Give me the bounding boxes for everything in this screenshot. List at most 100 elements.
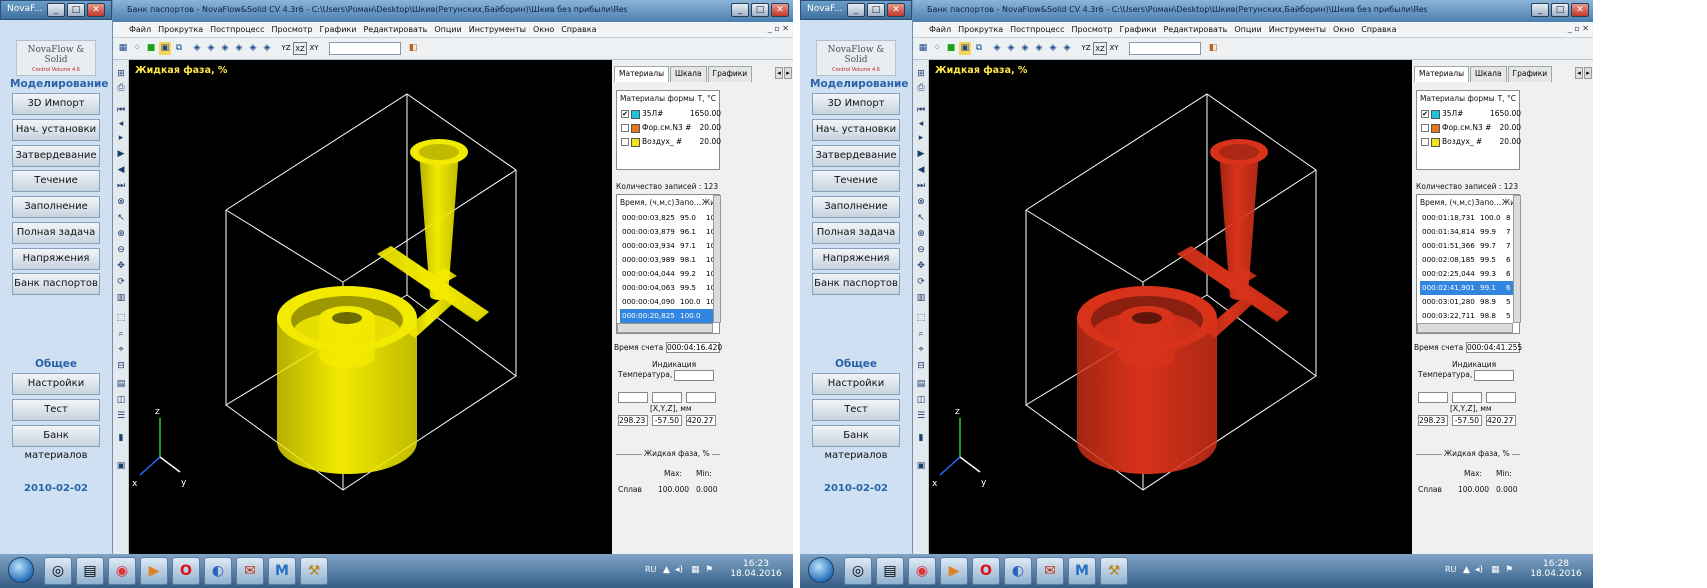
records-header-fill[interactable]: Запо...: [1475, 198, 1501, 207]
flag-icon[interactable]: ⚑: [705, 565, 713, 575]
last-frame-icon[interactable]: ⏭: [915, 180, 927, 192]
prev-frame-icon[interactable]: ◂: [915, 118, 927, 130]
zoom-out-icon[interactable]: ⊖: [915, 244, 927, 256]
legend-icon[interactable]: ▮: [115, 432, 127, 444]
copy-view-icon[interactable]: ⧉: [173, 42, 185, 55]
maximize-button[interactable]: □: [67, 3, 85, 17]
start-button[interactable]: [808, 557, 834, 583]
layer-icon[interactable]: ⊟: [115, 360, 127, 372]
records-horizontal-scrollbar[interactable]: [617, 323, 713, 333]
table-row[interactable]: 000:00:04,063 99.5 10: [620, 281, 715, 295]
clock[interactable]: 16:28 18.04.2016: [1527, 559, 1585, 579]
zoom-in-icon[interactable]: ⊕: [115, 228, 127, 240]
minimize-button[interactable]: _: [47, 3, 65, 17]
xz-view-button[interactable]: XZ: [293, 42, 307, 55]
material-checkbox[interactable]: ✔: [1421, 110, 1429, 118]
open-icon[interactable]: ⊞: [915, 68, 927, 80]
clock[interactable]: 16:23 18.04.2016: [727, 559, 785, 579]
window-minimize-button[interactable]: _: [1531, 3, 1549, 17]
stop-icon[interactable]: ⊗: [115, 196, 127, 208]
back-icon[interactable]: ◀: [915, 164, 927, 176]
records-table[interactable]: Время, (ч,м,с) Запо... Жи 000:00:03,825 9…: [616, 194, 721, 334]
table-row[interactable]: 000:00:03,934 97.1 10: [620, 239, 715, 253]
material-row[interactable]: ✔ 35Л# 1650.00: [621, 109, 721, 121]
rotate-view-4-icon[interactable]: ◈: [233, 42, 245, 55]
nav-button-flow[interactable]: Течение: [12, 170, 100, 192]
menu-tools[interactable]: Инструменты: [1269, 25, 1326, 34]
window-maximize-button[interactable]: □: [751, 3, 769, 17]
toolbar-dropdown[interactable]: [329, 42, 401, 55]
grid-icon[interactable]: ▦: [117, 42, 129, 55]
xz-view-button[interactable]: XZ: [1093, 42, 1107, 55]
next-frame-icon[interactable]: ▸: [115, 132, 127, 144]
nav-button-stresses[interactable]: Напряжения: [12, 248, 100, 270]
yz-view-button[interactable]: YZ: [279, 42, 293, 55]
nav-button-filling[interactable]: Заполнение: [12, 196, 100, 218]
list-icon[interactable]: ☰: [115, 410, 127, 422]
mesh-icon[interactable]: ⁘: [931, 42, 943, 55]
menu-tools[interactable]: Инструменты: [469, 25, 526, 34]
nav-button-material-bank[interactable]: Банк материалов: [812, 425, 900, 461]
rotate-view-5-icon[interactable]: ◈: [1047, 42, 1059, 55]
volume-icon[interactable]: ◂): [675, 565, 683, 575]
zoom-out-icon[interactable]: ⊖: [115, 244, 127, 256]
table-row[interactable]: 000:02:08,185 99.5 6: [1420, 253, 1514, 267]
play-icon[interactable]: ▶: [915, 148, 927, 160]
browser-icon[interactable]: ◐: [204, 557, 232, 585]
frames-icon[interactable]: ▣: [915, 460, 927, 472]
rotate-view-6-icon[interactable]: ◈: [1061, 42, 1073, 55]
solid-icon[interactable]: ■: [145, 42, 157, 55]
nav-button-settings[interactable]: Настройки: [812, 373, 900, 395]
records-table[interactable]: Время, (ч,м,с) Запо... Жи 000:01:18,731 1…: [1416, 194, 1521, 334]
window-close-button[interactable]: ✕: [1571, 3, 1589, 17]
probe-icon[interactable]: ⌖: [915, 344, 927, 356]
explorer-icon[interactable]: ▤: [876, 557, 904, 585]
material-checkbox[interactable]: ✔: [621, 110, 629, 118]
xy-view-button[interactable]: XY: [1107, 42, 1121, 55]
menu-scroll[interactable]: Прокрутка: [958, 25, 1003, 34]
open-icon[interactable]: ⊞: [115, 68, 127, 80]
network-icon[interactable]: ◎: [44, 557, 72, 585]
network-tray-icon[interactable]: ▦: [1491, 565, 1500, 575]
menu-options[interactable]: Опции: [434, 25, 461, 34]
start-button[interactable]: [8, 557, 34, 583]
volume-icon[interactable]: ◂): [1475, 565, 1483, 575]
nav-button-full-task[interactable]: Полная задача: [812, 222, 900, 244]
nav-button-initial-settings[interactable]: Нач. установки: [12, 119, 100, 141]
material-row[interactable]: Воздух_ # 20.00: [621, 137, 721, 149]
nav-button-solidification[interactable]: Затвердевание: [812, 145, 900, 167]
next-frame-icon[interactable]: ▸: [915, 132, 927, 144]
material-row[interactable]: Фор.см.N3 # 20.00: [1421, 123, 1521, 135]
material-row[interactable]: Фор.см.N3 # 20.00: [621, 123, 721, 135]
records-horizontal-scrollbar[interactable]: [1417, 323, 1513, 333]
table-row[interactable]: 000:00:03,879 96.1 10: [620, 225, 715, 239]
nav-button-test[interactable]: Тест: [12, 399, 100, 421]
tray-arrow-icon[interactable]: ▲: [663, 565, 670, 575]
play-icon[interactable]: ▶: [115, 148, 127, 160]
flag-icon[interactable]: ⚑: [1505, 565, 1513, 575]
tab-materials[interactable]: Материалы: [614, 66, 669, 82]
menu-file[interactable]: Файл: [129, 25, 151, 34]
menu-options[interactable]: Опции: [1234, 25, 1261, 34]
nav-button-solidification[interactable]: Затвердевание: [12, 145, 100, 167]
nav-button-3d-import[interactable]: 3D Импорт: [812, 93, 900, 115]
split-view-icon[interactable]: ◫: [915, 394, 927, 406]
split-view-icon[interactable]: ◫: [115, 394, 127, 406]
toolbar-dropdown[interactable]: [1129, 42, 1201, 55]
menu-file[interactable]: Файл: [929, 25, 951, 34]
tab-scroll-right-icon[interactable]: ▸: [1584, 67, 1592, 79]
table-row[interactable]: 000:00:04,090 100.0 10: [620, 295, 715, 309]
menu-help[interactable]: Справка: [561, 25, 596, 34]
pan-icon[interactable]: ✥: [115, 260, 127, 272]
novaflow-taskbar-icon[interactable]: ⚒: [1100, 557, 1128, 585]
menu-graphs[interactable]: Графики: [1120, 25, 1157, 34]
language-indicator[interactable]: RU: [1445, 565, 1456, 574]
layer-icon[interactable]: ⊟: [915, 360, 927, 372]
tab-scale[interactable]: Шкала: [670, 66, 707, 82]
browser-icon[interactable]: ◐: [1004, 557, 1032, 585]
table-row[interactable]: 000:03:22,711 98.8 5: [1420, 309, 1514, 323]
records-vertical-scrollbar[interactable]: [1513, 195, 1521, 323]
list-icon[interactable]: ☰: [915, 410, 927, 422]
zoom-in-icon[interactable]: ⊕: [915, 228, 927, 240]
explorer-icon[interactable]: ▤: [76, 557, 104, 585]
